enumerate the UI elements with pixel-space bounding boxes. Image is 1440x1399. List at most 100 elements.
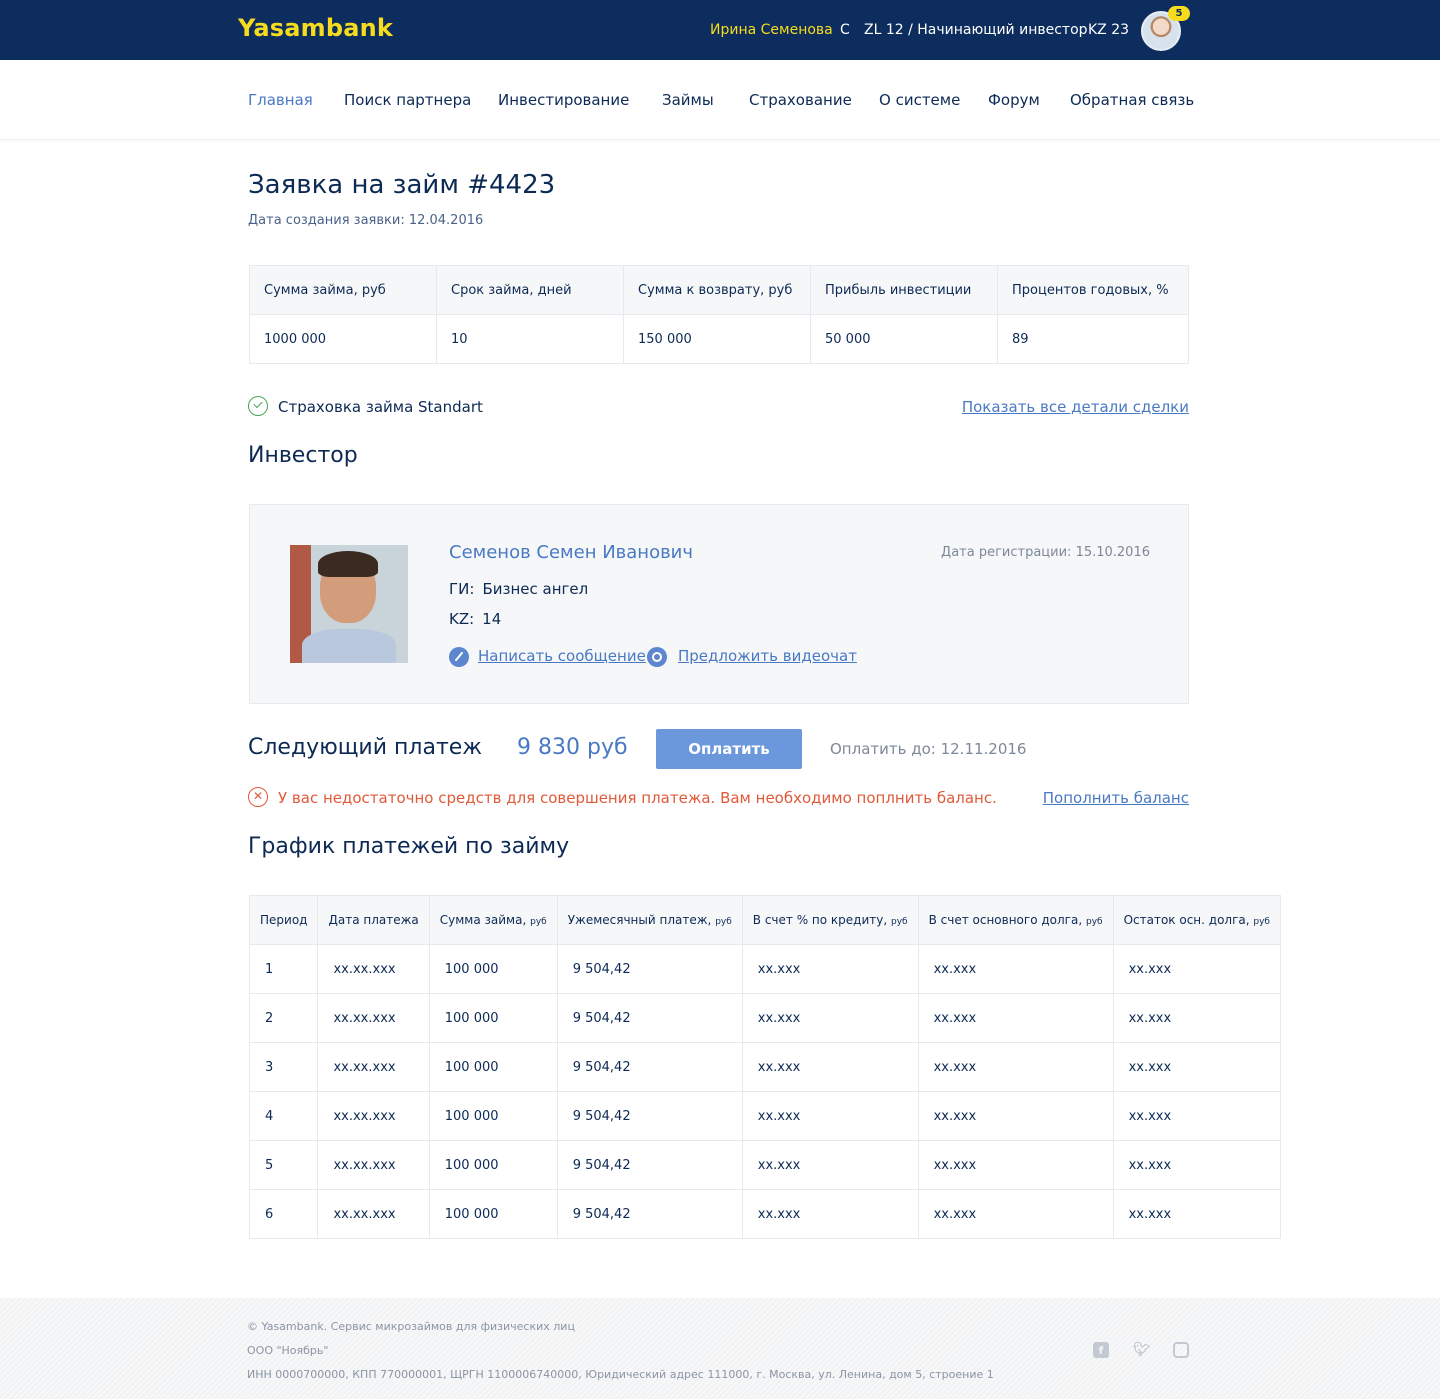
cell-loan-amount: 100 000 — [428, 993, 558, 1043]
cell-monthly-payment: 9 504,42 — [556, 1091, 743, 1141]
table-row: 2 xx.xx.xxx 100 000 9 504,42 xx.xxx xx.xxx xx.… — [248, 993, 1281, 1043]
cell-principal: xx.xxx — [917, 993, 1114, 1043]
cell-remaining: xx.xxx — [1112, 1091, 1281, 1141]
write-message-link[interactable]: Написать сообщение — [478, 647, 646, 665]
cell-date: xx.xx.xxx — [317, 1189, 430, 1239]
summary-header-row: Сумма займа, руб Срок займа, дней Сумма … — [249, 265, 1189, 315]
schedule-header-cell: Период — [248, 895, 319, 945]
kz-label: KZ: — [449, 610, 475, 628]
nav-item-insurance[interactable]: Страхование — [749, 91, 852, 109]
cell-monthly-payment: 9 504,42 — [556, 1042, 743, 1092]
summary-header-cell: Прибыль инвестиции — [810, 265, 998, 315]
footer: © Yasambank. Сервис микрозаймов для физи… — [0, 1298, 1440, 1399]
nav-item-home[interactable]: Главная — [248, 91, 313, 109]
cell-principal: xx.xxx — [917, 944, 1114, 994]
next-payment-amount: 9 830 руб — [517, 735, 628, 760]
cell-monthly-payment: 9 504,42 — [556, 944, 743, 994]
nav-item-forum[interactable]: Форум — [988, 91, 1040, 109]
nav-item-investing[interactable]: Инвестирование — [498, 91, 629, 109]
facebook-icon[interactable]: f — [1093, 1342, 1109, 1358]
insurance-label: Страховка займа Standart — [278, 398, 483, 416]
investor-card: Семенов Семен Иванович Дата регистрации:… — [249, 504, 1189, 704]
cell-interest: xx.xxx — [741, 993, 919, 1043]
summary-value-cell: 10 — [436, 314, 624, 364]
page-title: Заявка на займ #4423 — [248, 170, 556, 200]
cell-date: xx.xx.xxx — [317, 944, 430, 994]
cell-period: 2 — [248, 993, 319, 1043]
pencil-icon[interactable] — [449, 647, 469, 667]
table-row: 5 xx.xx.xxx 100 000 9 504,42 xx.xxx xx.xxx xx.… — [248, 1140, 1281, 1190]
top-up-balance-link[interactable]: Пополнить баланс — [1043, 789, 1189, 807]
investor-heading: Инвестор — [248, 443, 358, 468]
cell-loan-amount: 100 000 — [428, 1091, 558, 1141]
cell-interest: xx.xxx — [741, 944, 919, 994]
check-circle-icon — [248, 396, 268, 416]
cell-loan-amount: 100 000 — [428, 1140, 558, 1190]
summary-value-cell: 150 000 — [623, 314, 811, 364]
schedule-header-cell: Остаток осн. долга, руб — [1112, 895, 1281, 945]
schedule-header-row: Период Дата платежа Сумма займа, руб Уже… — [248, 895, 1281, 945]
cell-remaining: xx.xxx — [1112, 1140, 1281, 1190]
kz-value: 14 — [482, 610, 502, 628]
cell-period: 3 — [248, 1042, 319, 1092]
gi-value: Бизнес ангел — [482, 580, 589, 598]
cell-principal: xx.xxx — [917, 1189, 1114, 1239]
investor-name[interactable]: Семенов Семен Иванович — [449, 542, 693, 563]
table-row: 1 xx.xx.xxx 100 000 9 504,42 xx.xxx xx.xxx xx.… — [248, 944, 1281, 994]
schedule-header-cell: В счет % по кредиту, руб — [741, 895, 919, 945]
summary-value-cell: 50 000 — [810, 314, 998, 364]
summary-value-cell: 1000 000 — [249, 314, 437, 364]
summary-header-cell: Срок займа, дней — [436, 265, 624, 315]
schedule-header-cell: В счет основного долга, руб — [917, 895, 1114, 945]
user-name[interactable]: Ирина Семенова — [710, 22, 833, 38]
nav-item-partner-search[interactable]: Поиск партнера — [344, 91, 471, 109]
summary-value-row: 1000 000 10 150 000 50 000 89 — [249, 314, 1189, 364]
schedule-header-cell: Ужемесячный платеж, руб — [556, 895, 743, 945]
loan-summary-table: Сумма займа, руб Срок займа, дней Сумма … — [249, 265, 1189, 364]
cell-loan-amount: 100 000 — [428, 1189, 558, 1239]
nav-item-loans[interactable]: Займы — [662, 91, 714, 109]
footer-company: ООО "Ноябрь" — [247, 1344, 329, 1357]
cell-loan-amount: 100 000 — [428, 1042, 558, 1092]
nav-item-about[interactable]: О системе — [879, 91, 960, 109]
video-chat-link[interactable]: Предложить видеочат — [678, 647, 857, 665]
cell-date: xx.xx.xxx — [317, 1042, 430, 1092]
user-level: ZL 12 / Начинающий инвестор — [864, 22, 1088, 38]
cell-date: xx.xx.xxx — [317, 993, 430, 1043]
cell-remaining: xx.xxx — [1112, 993, 1281, 1043]
video-icon[interactable] — [647, 647, 667, 667]
summary-header-cell: Сумма к возврату, руб — [623, 265, 811, 315]
notification-badge[interactable]: 5 — [1168, 6, 1190, 21]
table-row: 4 xx.xx.xxx 100 000 9 504,42 xx.xxx xx.xxx xx.… — [248, 1091, 1281, 1141]
cell-monthly-payment: 9 504,42 — [556, 1189, 743, 1239]
cell-period: 1 — [248, 944, 319, 994]
twitter-icon[interactable]: 🐦︎ — [1133, 1342, 1151, 1358]
logo[interactable]: Yasambank — [238, 14, 393, 42]
cell-principal: xx.xxx — [917, 1042, 1114, 1092]
cell-remaining: xx.xxx — [1112, 944, 1281, 994]
cell-interest: xx.xxx — [741, 1042, 919, 1092]
cell-principal: xx.xxx — [917, 1140, 1114, 1190]
schedule-header-cell: Сумма займа, руб — [428, 895, 558, 945]
user-status-letter: С — [840, 22, 850, 38]
summary-header-cell: Сумма займа, руб — [249, 265, 437, 315]
nav-item-feedback[interactable]: Обратная связь — [1070, 91, 1194, 109]
schedule-body: 1 xx.xx.xxx 100 000 9 504,42 xx.xxx xx.xxx xx.… — [248, 944, 1281, 1239]
instagram-icon[interactable] — [1173, 1342, 1189, 1358]
cell-date: xx.xx.xxx — [317, 1091, 430, 1141]
table-row: 3 xx.xx.xxx 100 000 9 504,42 xx.xxx xx.xxx xx.… — [248, 1042, 1281, 1092]
cell-period: 4 — [248, 1091, 319, 1141]
investor-gi: ГИ: Бизнес ангел — [449, 580, 588, 598]
cell-period: 5 — [248, 1140, 319, 1190]
pay-button[interactable]: Оплатить — [656, 729, 802, 769]
summary-value-cell: 89 — [997, 314, 1189, 364]
cell-interest: xx.xxx — [741, 1091, 919, 1141]
investor-kz: KZ: 14 — [449, 610, 501, 628]
top-bar: Yasambank Ирина Семенова С ZL 12 / Начин… — [0, 0, 1440, 60]
cell-principal: xx.xxx — [917, 1091, 1114, 1141]
show-details-link[interactable]: Показать все детали сделки — [962, 398, 1189, 416]
footer-copyright: © Yasambank. Сервис микрозаймов для физи… — [247, 1320, 575, 1333]
footer-legal: ИНН 0000700000, КПП 770000001, ЩРГН 1100… — [247, 1368, 994, 1381]
cell-date: xx.xx.xxx — [317, 1140, 430, 1190]
user-kz: KZ 23 — [1088, 22, 1130, 38]
